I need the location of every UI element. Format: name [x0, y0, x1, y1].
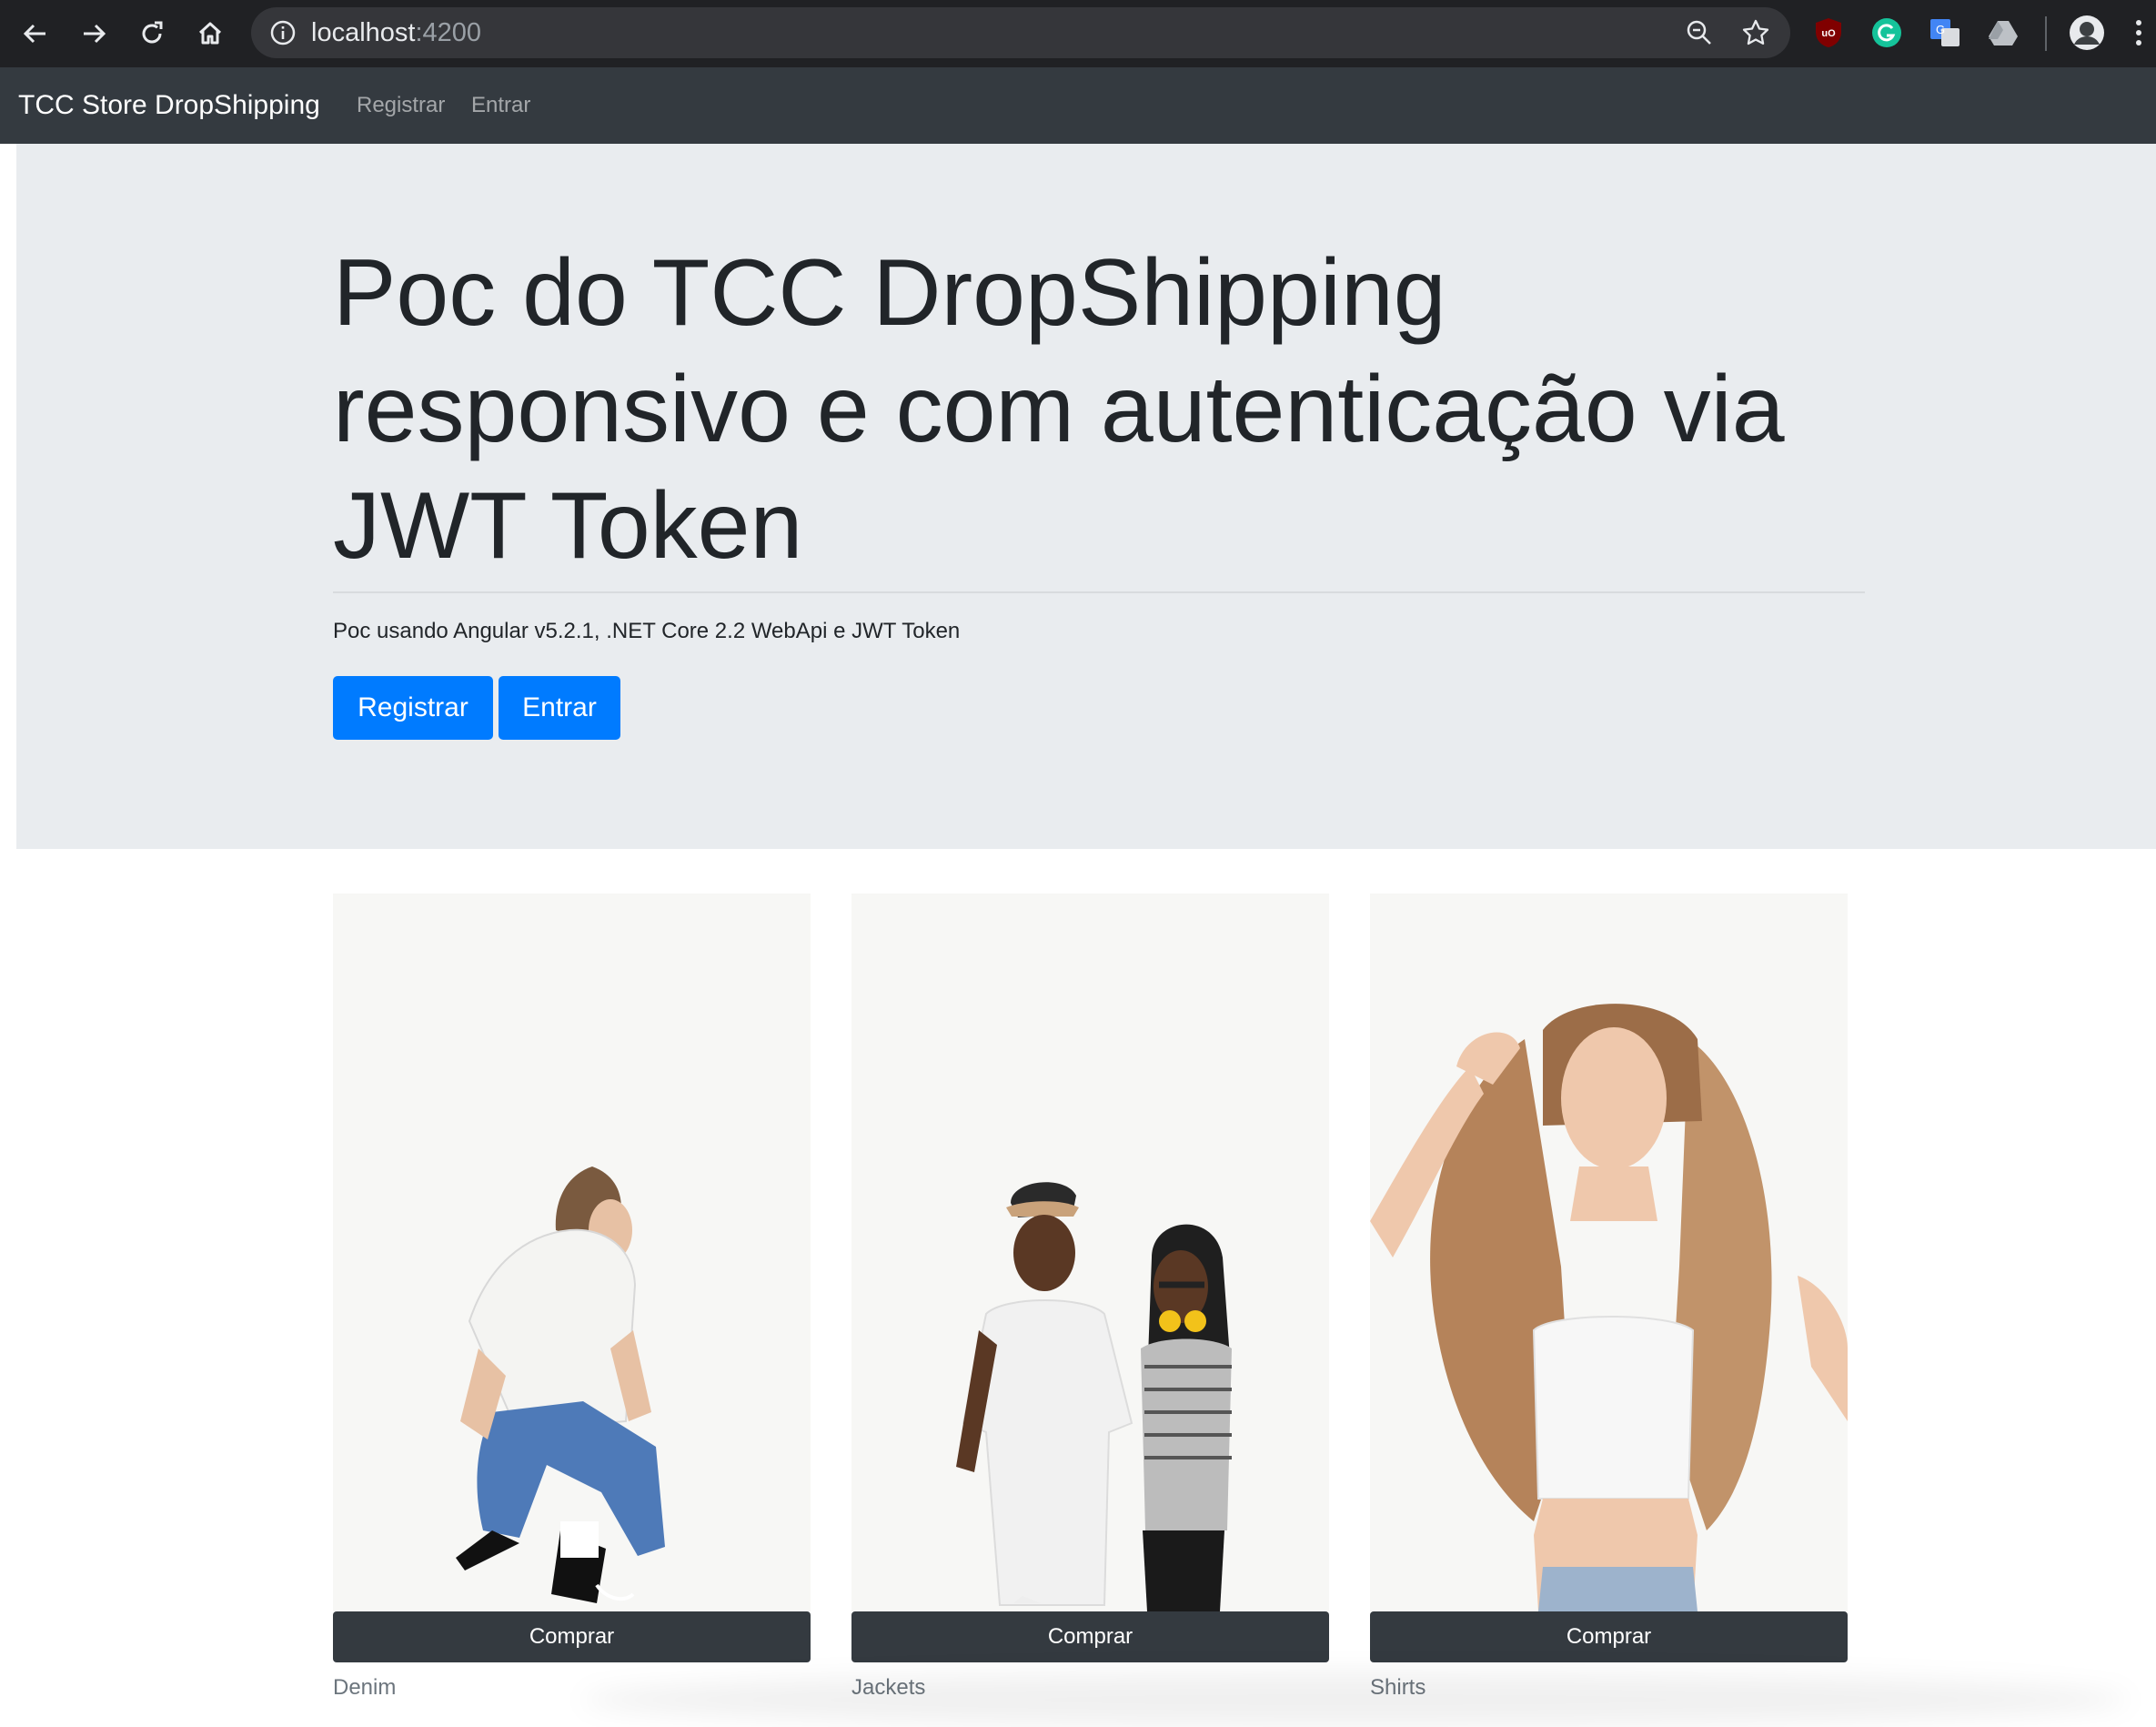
- man-squatting-illustration: [456, 1166, 665, 1603]
- hero-lead: Poc usando Angular v5.2.1, .NET Core 2.2…: [333, 619, 961, 643]
- drive-icon: [1989, 21, 2018, 45]
- svg-text:uO: uO: [1821, 28, 1836, 39]
- app-navbar: TCC Store DropShipping Registrar Entrar: [0, 67, 2156, 144]
- zoom-icon[interactable]: [1685, 18, 1714, 47]
- nav-link-entrar[interactable]: Entrar: [471, 67, 530, 144]
- product-card-shirts: Comprar Shirts: [1370, 894, 1848, 1701]
- home-icon: [198, 22, 222, 45]
- arrow-left-icon: [23, 24, 45, 44]
- hero-title: Poc do TCC DropShipping responsivo e com…: [333, 240, 1785, 579]
- arrow-right-icon: [84, 24, 106, 44]
- couple-standing-illustration: [956, 1182, 1232, 1611]
- nav-link-registrar[interactable]: Registrar: [357, 67, 445, 144]
- url-text[interactable]: localhost:4200: [311, 7, 481, 58]
- url-host: localhost: [311, 18, 416, 47]
- svg-text:G: G: [1936, 23, 1945, 36]
- grammarly-icon: [1872, 18, 1901, 47]
- page-bottom-shadow: [582, 1672, 2129, 1727]
- login-button[interactable]: Entrar: [499, 676, 620, 740]
- reload-icon: [142, 21, 163, 44]
- toolbar-separator: [2045, 16, 2047, 51]
- navbar-brand[interactable]: TCC Store DropShipping: [18, 67, 320, 144]
- product-image[interactable]: [851, 894, 1329, 1611]
- profile-button[interactable]: [2069, 15, 2105, 51]
- menu-button[interactable]: [2125, 15, 2152, 51]
- more-vert-icon: [2136, 20, 2141, 45]
- back-button[interactable]: [12, 10, 59, 57]
- translate-extension[interactable]: G: [1927, 15, 1963, 51]
- star-icon[interactable]: [1741, 18, 1770, 47]
- ublock-icon: uO: [1816, 18, 1841, 47]
- register-button[interactable]: Registrar: [333, 676, 493, 740]
- product-image[interactable]: [1370, 894, 1848, 1611]
- buy-button-denim[interactable]: Comprar: [333, 1611, 811, 1662]
- ublock-extension[interactable]: uO: [1810, 15, 1847, 51]
- forward-button[interactable]: [70, 10, 117, 57]
- reload-button[interactable]: [128, 10, 176, 57]
- hero-divider: [333, 591, 1865, 593]
- product-image[interactable]: [333, 894, 811, 1611]
- url-port: :4200: [415, 18, 482, 47]
- home-button[interactable]: [186, 10, 234, 57]
- hero-jumbotron: Poc do TCC DropShipping responsivo e com…: [16, 144, 2156, 849]
- drive-extension[interactable]: [1985, 15, 2021, 51]
- product-card-denim: Comprar Denim: [333, 894, 811, 1701]
- product-card-jackets: Comprar Jackets: [851, 894, 1329, 1701]
- browser-toolbar: localhost:4200 uO G: [0, 0, 2156, 67]
- grammarly-extension[interactable]: [1869, 15, 1905, 51]
- address-bar[interactable]: localhost:4200: [251, 7, 1790, 58]
- translate-icon: G: [1930, 19, 1960, 46]
- woman-long-hair-illustration: [1370, 1004, 1848, 1611]
- info-icon[interactable]: [269, 19, 297, 46]
- buy-button-shirts[interactable]: Comprar: [1370, 1611, 1848, 1662]
- buy-button-jackets[interactable]: Comprar: [851, 1611, 1329, 1662]
- avatar: [2070, 15, 2104, 50]
